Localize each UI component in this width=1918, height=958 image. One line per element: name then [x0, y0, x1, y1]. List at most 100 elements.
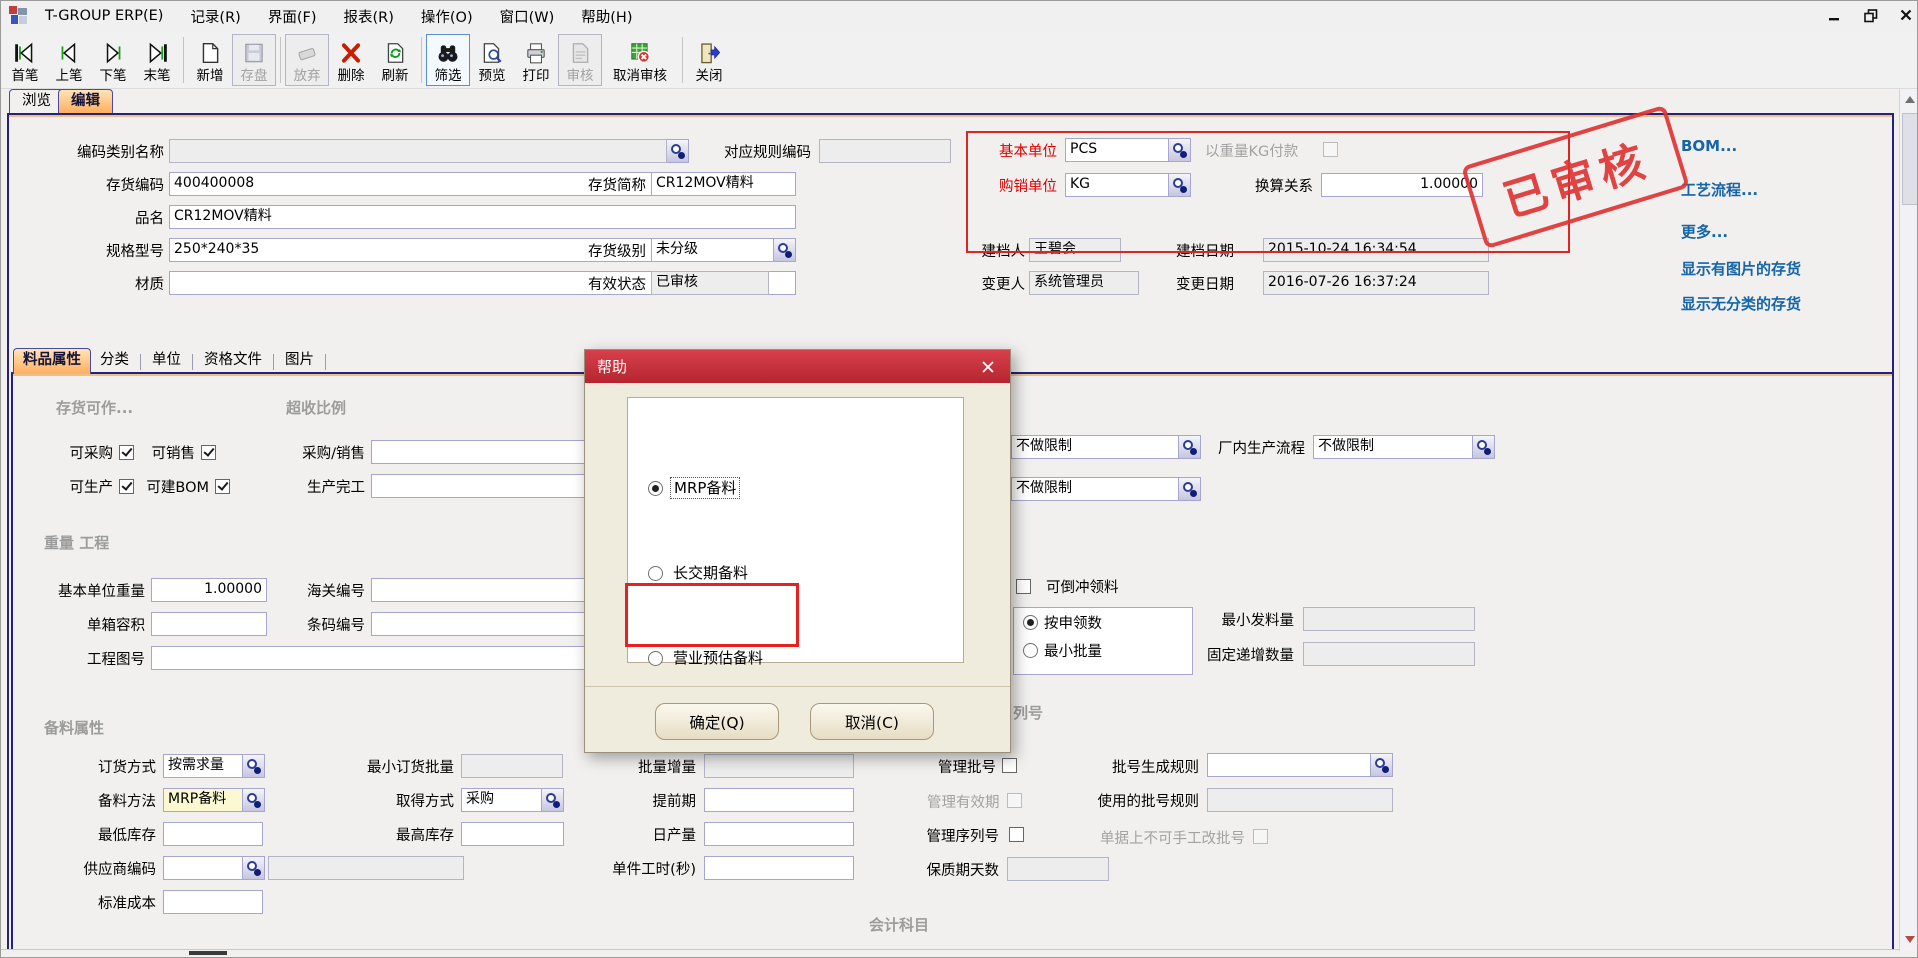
new-button[interactable]: 新增 — [188, 34, 232, 86]
tab-browse[interactable]: 浏览 — [9, 89, 64, 113]
mrp-prepare-option[interactable]: MRP备料 — [671, 478, 739, 498]
item-level-field[interactable]: 未分级 — [651, 238, 796, 262]
prepare-method-value[interactable]: MRP备料 — [163, 788, 243, 812]
supplier-code-value[interactable] — [163, 856, 243, 880]
prepare-method-field[interactable]: MRP备料 — [163, 788, 265, 812]
acquire-mode-value[interactable]: 采购 — [461, 788, 542, 812]
factory-flow-value[interactable]: 不做限制 — [1313, 435, 1473, 459]
link-show-unclassified[interactable]: 显示无分类的存货 — [1681, 293, 1801, 314]
menu-help[interactable]: 帮助(H) — [581, 6, 632, 27]
scrollbar-thumb[interactable] — [1902, 113, 1918, 205]
base-unit-value[interactable]: PCS — [1065, 138, 1169, 162]
lookup-button[interactable] — [243, 856, 265, 880]
long-leadtime-radio[interactable] — [648, 566, 663, 581]
lookup-button[interactable] — [774, 238, 796, 262]
max-stock-field[interactable] — [461, 822, 564, 846]
base-unit-field[interactable]: PCS — [1065, 138, 1191, 162]
batch-rule-field[interactable] — [1207, 753, 1393, 777]
std-cost-field[interactable] — [163, 890, 263, 914]
last-record-button[interactable]: 末笔 — [135, 34, 179, 86]
menu-interface[interactable]: 界面(F) — [268, 6, 317, 27]
link-bom[interactable]: BOM... — [1681, 137, 1737, 155]
can-build-bom-checkbox[interactable] — [215, 479, 230, 494]
limit2-field[interactable]: 不做限制 — [1011, 477, 1201, 501]
acquire-mode-field[interactable]: 采购 — [461, 788, 564, 812]
lookup-button[interactable] — [1179, 435, 1201, 459]
factory-flow-field[interactable]: 不做限制 — [1313, 435, 1495, 459]
lookup-button[interactable] — [1179, 477, 1201, 501]
minimize-button[interactable] — [1823, 5, 1845, 25]
item-short-name-field[interactable]: CR12MOV精料 — [651, 172, 796, 196]
lookup-button[interactable] — [1473, 435, 1495, 459]
min-stock-field[interactable] — [163, 822, 263, 846]
cancel-button[interactable]: 取消(C) — [810, 703, 934, 740]
box-volume-field[interactable] — [151, 612, 267, 636]
prod-finish-ratio-field[interactable] — [371, 474, 609, 498]
backflush-checkbox[interactable] — [1016, 579, 1031, 594]
producible-checkbox[interactable] — [119, 479, 134, 494]
order-mode-value[interactable]: 按需求量 — [163, 754, 243, 778]
help-dialog-close-button[interactable] — [978, 357, 998, 377]
menu-report[interactable]: 报表(R) — [343, 6, 393, 27]
order-mode-field[interactable]: 按需求量 — [163, 754, 265, 778]
by-request-radio[interactable] — [1023, 615, 1038, 630]
subtab-item-attributes[interactable]: 料品属性 — [13, 348, 91, 374]
tab-edit[interactable]: 编辑 — [58, 89, 113, 113]
mrp-prepare-radio[interactable] — [648, 481, 663, 496]
vertical-scrollbar[interactable] — [1899, 89, 1918, 951]
code-category-field[interactable] — [169, 139, 689, 163]
subtab-category[interactable]: 分类 — [91, 349, 138, 374]
lookup-button[interactable] — [667, 139, 689, 163]
close-button[interactable] — [1895, 5, 1917, 25]
limit1-value[interactable]: 不做限制 — [1011, 435, 1179, 459]
manage-batch-checkbox[interactable] — [1002, 758, 1017, 773]
ok-button[interactable]: 确定(Q) — [655, 703, 779, 740]
menu-record[interactable]: 记录(R) — [190, 6, 240, 27]
cancel-audit-button[interactable]: 取消审核 — [602, 34, 678, 86]
sellable-checkbox[interactable] — [201, 445, 216, 460]
sales-forecast-radio[interactable] — [648, 651, 663, 666]
supplier-code-field[interactable] — [163, 856, 265, 880]
subtab-unit[interactable]: 单位 — [143, 349, 190, 374]
lookup-button[interactable] — [1169, 138, 1191, 162]
link-process-flow[interactable]: 工艺流程... — [1681, 179, 1758, 200]
barcode-field[interactable] — [371, 612, 609, 636]
subtab-image[interactable]: 图片 — [276, 349, 323, 374]
purchase-sale-ratio-field[interactable] — [371, 440, 609, 464]
preview-button[interactable]: 预览 — [470, 34, 514, 86]
limit2-value[interactable]: 不做限制 — [1011, 477, 1179, 501]
print-button[interactable]: 打印 — [514, 34, 558, 86]
batch-rule-value[interactable] — [1207, 753, 1371, 777]
conversion-field[interactable]: 1.00000 — [1321, 173, 1483, 197]
item-level-value[interactable]: 未分级 — [651, 238, 774, 262]
delete-button[interactable]: 删除 — [329, 34, 373, 86]
min-batch-radio[interactable] — [1023, 643, 1038, 658]
lookup-button[interactable] — [243, 754, 265, 778]
base-unit-weight-field[interactable]: 1.00000 — [151, 578, 267, 602]
first-record-button[interactable]: 首笔 — [3, 34, 47, 86]
next-record-button[interactable]: 下笔 — [91, 34, 135, 86]
trade-unit-field[interactable]: KG — [1065, 173, 1191, 197]
limit1-field[interactable]: 不做限制 — [1011, 435, 1201, 459]
menu-window[interactable]: 窗口(W) — [500, 6, 555, 27]
manage-serial-checkbox[interactable] — [1009, 827, 1024, 842]
lookup-button[interactable] — [1169, 173, 1191, 197]
drawing-no-field[interactable] — [151, 646, 585, 670]
menu-app[interactable]: T-GROUP ERP(E) — [45, 8, 163, 24]
long-leadtime-option[interactable]: 长交期备料 — [673, 563, 748, 583]
scroll-up-button[interactable] — [1900, 89, 1918, 109]
lookup-button[interactable] — [1371, 753, 1393, 777]
scroll-down-button[interactable] — [1900, 929, 1918, 949]
close-form-button[interactable]: 关闭 — [687, 34, 731, 86]
lookup-button[interactable] — [542, 788, 564, 812]
restore-button[interactable] — [1859, 5, 1881, 25]
lookup-button[interactable] — [243, 788, 265, 812]
purchasable-checkbox[interactable] — [119, 445, 134, 460]
customs-code-field[interactable] — [371, 578, 609, 602]
lead-time-field[interactable] — [704, 788, 854, 812]
filter-button[interactable]: 筛选 — [426, 34, 470, 86]
sales-forecast-option[interactable]: 营业预估备料 — [673, 648, 763, 668]
trade-unit-value[interactable]: KG — [1065, 173, 1169, 197]
menu-operation[interactable]: 操作(O) — [421, 6, 473, 27]
unit-time-field[interactable] — [704, 856, 854, 880]
